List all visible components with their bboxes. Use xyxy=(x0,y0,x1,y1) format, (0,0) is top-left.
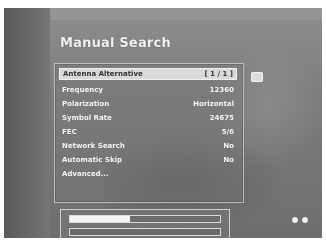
menu-item-value: No xyxy=(223,156,234,164)
remote-control-icon xyxy=(292,216,308,224)
menu-item-network-search[interactable]: Network Search No xyxy=(59,140,237,152)
top-band xyxy=(4,8,322,20)
menu-item-automatic-skip[interactable]: Automatic Skip No xyxy=(59,154,237,166)
signal-quality-bar xyxy=(69,228,221,236)
menu-item-advanced[interactable]: Advanced... xyxy=(59,168,237,180)
page-title: Manual Search xyxy=(60,36,171,51)
menu-item-value: [ 1 / 1 ] xyxy=(204,70,233,78)
remote-dot-right xyxy=(302,217,308,223)
remote-dot-left xyxy=(292,217,298,223)
signal-strength-fill xyxy=(70,216,130,222)
manual-search-menu: Antenna Alternative [ 1 / 1 ] Frequency … xyxy=(54,63,244,203)
menu-item-frequency[interactable]: Frequency 12360 xyxy=(59,84,237,96)
signal-panel xyxy=(60,209,230,238)
menu-item-value: 12360 xyxy=(209,86,234,94)
signal-strength-bar xyxy=(69,215,221,223)
menu-item-label: Antenna Alternative xyxy=(63,70,143,78)
menu-item-label: FEC xyxy=(62,128,77,136)
menu-item-value: 24675 xyxy=(209,114,234,122)
left-stripe xyxy=(4,8,50,238)
menu-item-fec[interactable]: FEC 5/6 xyxy=(59,126,237,138)
menu-item-symbol-rate[interactable]: Symbol Rate 24675 xyxy=(59,112,237,124)
menu-item-value: No xyxy=(223,142,234,150)
menu-item-polarization[interactable]: Polarization Horizontal xyxy=(59,98,237,110)
menu-item-label: Automatic Skip xyxy=(62,156,123,164)
tv-screen: Manual Search Antenna Alternative [ 1 / … xyxy=(4,8,322,238)
menu-item-label: Polarization xyxy=(62,100,110,108)
menu-item-label: Advanced... xyxy=(62,170,109,178)
menu-item-value: Horizontal xyxy=(193,100,234,108)
selection-indicator-icon xyxy=(251,72,263,82)
menu-item-label: Frequency xyxy=(62,86,103,94)
menu-item-label: Network Search xyxy=(62,142,125,150)
menu-item-value: 5/6 xyxy=(221,128,234,136)
menu-item-antenna-alternative[interactable]: Antenna Alternative [ 1 / 1 ] xyxy=(59,68,237,80)
menu-item-label: Symbol Rate xyxy=(62,114,112,122)
